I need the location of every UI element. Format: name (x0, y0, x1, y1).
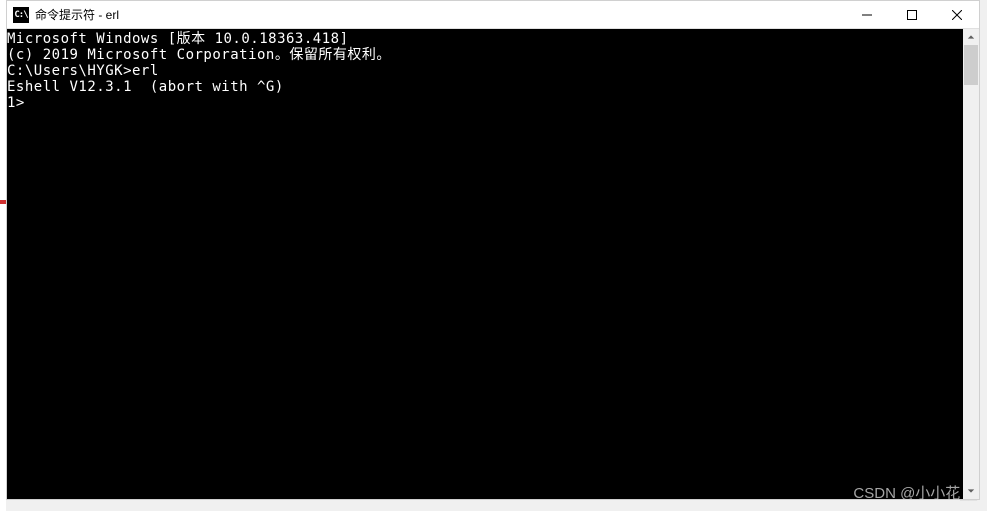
titlebar[interactable]: C:\ 命令提示符 - erl (7, 1, 979, 29)
terminal-line: C:\Users\HYGK>erl (7, 63, 963, 79)
erlang-prompt: 1> (7, 95, 34, 111)
minimize-icon (862, 10, 872, 20)
terminal-line: Microsoft Windows [版本 10.0.18363.418] (7, 31, 963, 47)
cmd-icon: C:\ (13, 7, 29, 23)
terminal-line: Eshell V12.3.1 (abort with ^G) (7, 79, 963, 95)
window-title: 命令提示符 - erl (35, 6, 844, 23)
chevron-up-icon (967, 33, 975, 41)
terminal-output[interactable]: Microsoft Windows [版本 10.0.18363.418](c)… (7, 29, 963, 499)
terminal-area: Microsoft Windows [版本 10.0.18363.418](c)… (7, 29, 979, 499)
chevron-down-icon (967, 487, 975, 495)
window-controls (844, 1, 979, 28)
scroll-up-button[interactable] (963, 29, 979, 45)
maximize-icon (907, 10, 917, 20)
close-button[interactable] (934, 1, 979, 28)
terminal-line: (c) 2019 Microsoft Corporation。保留所有权利。 (7, 47, 963, 63)
close-icon (952, 10, 962, 20)
vertical-scrollbar[interactable] (963, 29, 979, 499)
terminal-prompt-line: 1> (7, 95, 963, 111)
scroll-down-button[interactable] (963, 483, 979, 499)
command-prompt-window: C:\ 命令提示符 - erl Microsoft Windows [版本 10… (6, 0, 980, 500)
maximize-button[interactable] (889, 1, 934, 28)
scrollbar-thumb[interactable] (964, 45, 978, 85)
minimize-button[interactable] (844, 1, 889, 28)
